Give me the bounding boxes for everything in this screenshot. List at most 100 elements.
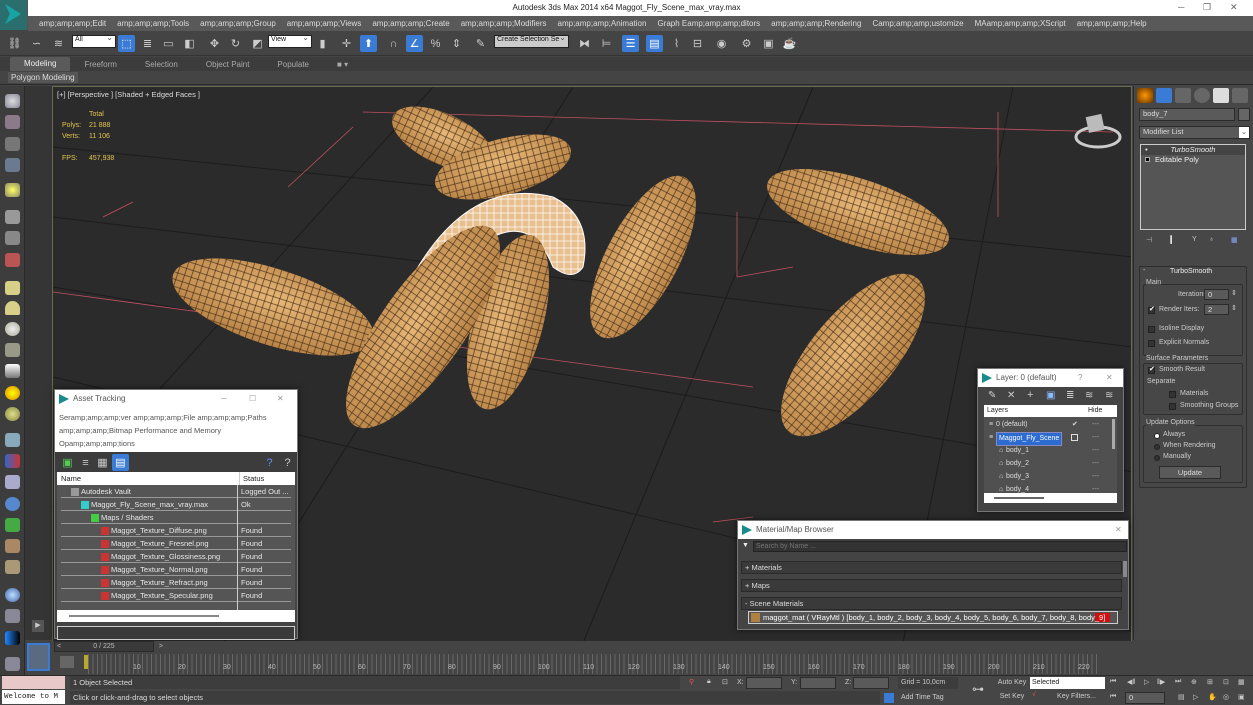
- freeze-all-icon[interactable]: ≋: [1105, 390, 1113, 401]
- keyboard-shortcut-override-icon[interactable]: ⬆: [360, 35, 377, 52]
- browser-options-icon[interactable]: ▼: [742, 542, 749, 549]
- camera-icon[interactable]: [5, 210, 20, 224]
- menu-graph-editors[interactable]: Graph Eamp;amp;amp;ditors: [657, 19, 760, 28]
- pin-stack-icon[interactable]: ⊣: [1146, 236, 1152, 244]
- go-to-end-icon[interactable]: ⏭: [1175, 678, 1181, 686]
- fur-ball-icon[interactable]: [5, 560, 20, 574]
- update-always-radio[interactable]: [1154, 433, 1160, 439]
- select-by-name-icon[interactable]: ≣: [139, 35, 156, 52]
- rollout-collapse-icon[interactable]: -: [1143, 267, 1145, 274]
- asset-row[interactable]: Maggot_Texture_Fresnel.png Found: [61, 537, 291, 550]
- close-button[interactable]: ✕: [277, 390, 284, 408]
- iterations-spinner-arrows[interactable]: ⇕: [1231, 289, 1237, 297]
- iterations-spinner[interactable]: 0: [1204, 289, 1229, 300]
- hair-icon[interactable]: [5, 539, 20, 553]
- menu-line-3[interactable]: Opamp;amp;amp;tions: [59, 437, 293, 450]
- horizontal-scrollbar[interactable]: [984, 493, 1117, 503]
- pan-icon[interactable]: ✋: [1208, 693, 1217, 701]
- restore-button[interactable]: ❐: [1203, 2, 1211, 13]
- list-icon[interactable]: ≡: [77, 454, 94, 471]
- hide-all-icon[interactable]: ≋: [1085, 390, 1093, 401]
- material-browser-titlebar[interactable]: Material/Map Browser ✕: [738, 521, 1128, 539]
- track-bar-menu-icon[interactable]: [60, 656, 74, 668]
- hemisphere-icon[interactable]: [5, 301, 20, 315]
- asset-row[interactable]: Maggot_Texture_Diffuse.png Found: [61, 524, 291, 537]
- materials-checkbox[interactable]: [1169, 391, 1176, 398]
- horizontal-scrollbar[interactable]: [57, 610, 295, 622]
- time-config-icon[interactable]: ▤: [1178, 693, 1185, 701]
- maxscript-mini-listener[interactable]: Welcome to M: [2, 690, 65, 704]
- add-to-layer-icon[interactable]: +: [1027, 389, 1033, 401]
- proxy-icon[interactable]: [5, 609, 20, 623]
- vertical-scrollbar[interactable]: [1123, 561, 1127, 577]
- spotlight-icon[interactable]: [5, 364, 20, 378]
- grass-icon[interactable]: [5, 518, 20, 532]
- search-by-name-input[interactable]: [753, 541, 1127, 552]
- orbit-icon[interactable]: ◎: [1223, 693, 1229, 701]
- clipboard-icon[interactable]: [5, 657, 20, 671]
- link-icon[interactable]: ⛓: [6, 35, 23, 52]
- rectangle-selection-icon[interactable]: ▭: [160, 35, 177, 52]
- highlight-layer-icon[interactable]: ≣: [1066, 390, 1074, 401]
- rendered-frame-window-icon[interactable]: ▣: [760, 35, 777, 52]
- configure-sets-icon[interactable]: ▦: [1231, 236, 1238, 244]
- menu-maxscript[interactable]: MAamp;amp;amp;XScript: [975, 19, 1066, 28]
- menu-line-1[interactable]: Seramp;amp;amp;ver amp;amp;amp;File amp;…: [59, 411, 293, 424]
- utilities-tab-icon[interactable]: [1232, 88, 1248, 103]
- space-warp-icon[interactable]: [5, 475, 20, 489]
- add-time-tag-button[interactable]: Add Time Tag: [898, 692, 958, 704]
- mini-viewport-button[interactable]: [27, 643, 50, 671]
- layer-manager-icon[interactable]: ☰: [622, 35, 639, 52]
- asset-row[interactable]: Autodesk Vault Logged Out ...: [61, 485, 291, 498]
- next-frame-icon[interactable]: >: [159, 642, 163, 652]
- menu-modifiers[interactable]: amp;amp;amp;Modifiers: [461, 19, 547, 28]
- tab-freeform[interactable]: Freeform: [70, 60, 130, 69]
- close-button[interactable]: ✕: [1230, 2, 1238, 13]
- maximize-viewport-icon[interactable]: ⊡: [1223, 678, 1229, 686]
- next-key-icon[interactable]: ‖▶: [1157, 678, 1165, 686]
- teapot-icon[interactable]: [5, 94, 20, 108]
- stack-item-editable-poly[interactable]: Editable Poly: [1141, 155, 1245, 165]
- materials-section[interactable]: + Materials: [741, 561, 1122, 574]
- smooth-result-checkbox[interactable]: [1148, 365, 1155, 374]
- create-tab-icon[interactable]: [1137, 88, 1153, 103]
- render-iters-spinner-arrows[interactable]: ⇕: [1231, 304, 1237, 312]
- layers-column-header[interactable]: Layers: [987, 405, 1008, 417]
- ribbon-options-icon[interactable]: ■ ▾: [323, 60, 362, 69]
- help-icon[interactable]: ?: [261, 454, 278, 471]
- angle-snap-icon[interactable]: ∠: [406, 35, 423, 52]
- isoline-display-checkbox[interactable]: [1148, 326, 1155, 333]
- asset-row[interactable]: Maps / Shaders: [61, 511, 291, 524]
- rollout-title[interactable]: TurboSmooth: [1170, 268, 1212, 275]
- table-view-icon[interactable]: ▤: [112, 454, 129, 471]
- menu-views[interactable]: amp;amp;amp;Views: [287, 19, 362, 28]
- x-coordinate-field[interactable]: [746, 677, 782, 689]
- explicit-normals-checkbox[interactable]: [1148, 340, 1155, 347]
- unlink-icon[interactable]: ∽: [28, 35, 45, 52]
- time-slider[interactable]: < 0 / 225 >: [54, 641, 163, 652]
- layer-row[interactable]: ⌂ body_3 ---: [984, 471, 1111, 483]
- zoom-all-icon[interactable]: ⊞: [1207, 678, 1213, 686]
- make-unique-icon[interactable]: Y: [1192, 236, 1197, 243]
- scene-materials-section[interactable]: - Scene Materials: [741, 597, 1122, 610]
- set-current-layer-box[interactable]: [1071, 434, 1078, 441]
- selection-lock-icon[interactable]: 🔒︎: [707, 678, 711, 686]
- minimize-button[interactable]: ─: [1178, 2, 1184, 12]
- set-key-mode-icon[interactable]: ⊶: [972, 682, 984, 696]
- time-marker[interactable]: [84, 655, 88, 669]
- absolute-mode-icon[interactable]: ⊡: [722, 678, 728, 686]
- smoothing-groups-checkbox[interactable]: [1169, 403, 1176, 410]
- y-coordinate-field[interactable]: [800, 677, 836, 689]
- delete-layer-icon[interactable]: ✕: [1007, 390, 1015, 401]
- asset-row[interactable]: Maggot_Texture_Glossiness.png Found: [61, 550, 291, 563]
- sun-icon[interactable]: [5, 386, 20, 400]
- z-coordinate-field[interactable]: [853, 677, 889, 689]
- object-name-field[interactable]: body_7: [1139, 108, 1235, 121]
- tab-modeling[interactable]: Modeling: [10, 57, 71, 71]
- asset-row[interactable]: Maggot_Texture_Refract.png Found: [61, 576, 291, 589]
- name-column-header[interactable]: Name: [61, 472, 81, 485]
- snaps-toggle-icon[interactable]: ∩: [385, 35, 402, 52]
- light-bulb-icon[interactable]: [5, 183, 20, 197]
- pivot-center-icon[interactable]: ▮: [314, 35, 331, 52]
- select-object-icon[interactable]: ⬚: [118, 35, 135, 52]
